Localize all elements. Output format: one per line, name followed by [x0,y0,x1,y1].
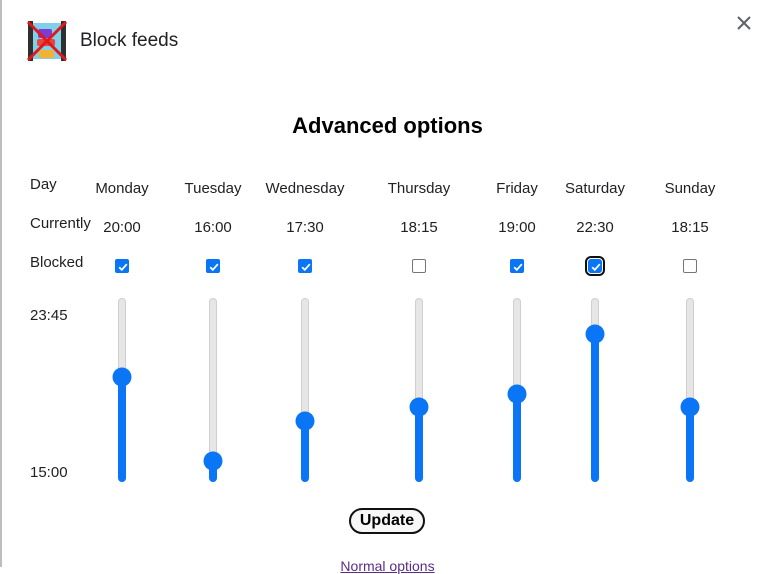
slider-fill [118,376,126,482]
page-heading: Advanced options [292,113,483,138]
slider-thumb[interactable] [409,397,429,417]
day-name-thursday: Thursday [387,180,451,197]
app-title: Block feeds [80,30,179,51]
update-button[interactable]: Update [349,508,425,534]
blocked-checkbox-saturday[interactable] [585,256,605,276]
blocked-checkbox-friday[interactable] [510,259,524,273]
check-icon [301,263,311,272]
blocked-row-label: Blocked [30,254,84,271]
day-row-label: Day [30,176,57,193]
time-slider-monday[interactable] [112,298,132,482]
current-time-monday: 20:00 [103,219,141,236]
current-time-wednesday: 17:30 [286,219,324,236]
slider-fill [686,406,694,482]
day-name-monday: Monday [95,180,149,197]
slider-thumb[interactable] [507,384,527,404]
day-name-wednesday: Wednesday [265,180,345,197]
scale-max-label: 23:45 [30,307,68,324]
day-name-saturday: Saturday [564,180,626,197]
slider-thumb[interactable] [295,411,315,431]
block-feeds-icon [26,20,68,62]
current-time-sunday: 18:15 [671,219,709,236]
slider-thumb[interactable] [680,397,700,417]
current-time-tuesday: 16:00 [194,219,232,236]
slider-thumb[interactable] [585,324,605,344]
day-name-sunday: Sunday [664,180,716,197]
scale-min-label: 15:00 [30,464,68,481]
check-icon [591,263,601,272]
time-slider-thursday[interactable] [409,298,429,482]
window-left-border [0,0,2,567]
time-slider-friday[interactable] [507,298,527,482]
blocked-checkbox-tuesday[interactable] [206,259,220,273]
check-icon [209,263,219,272]
day-name-tuesday: Tuesday [184,180,242,197]
slider-fill [591,332,599,482]
time-slider-saturday[interactable] [585,298,605,482]
check-icon [513,263,523,272]
time-slider-wednesday[interactable] [295,298,315,482]
time-slider-tuesday[interactable] [203,298,223,482]
current-time-friday: 19:00 [498,219,536,236]
current-time-saturday: 22:30 [576,219,614,236]
current-time-thursday: 18:15 [400,219,438,236]
check-icon [118,263,128,272]
slider-thumb[interactable] [203,451,223,471]
blocked-checkbox-thursday[interactable] [412,259,426,273]
slider-fill [415,406,423,482]
blocked-checkbox-monday[interactable] [115,259,129,273]
blocked-checkbox-wednesday[interactable] [298,259,312,273]
currently-row-label: Currently [30,215,91,232]
day-name-friday: Friday [496,180,538,197]
blocked-checkbox-sunday[interactable] [683,259,697,273]
slider-thumb[interactable] [112,367,132,387]
time-slider-sunday[interactable] [680,298,700,482]
close-icon [737,16,751,30]
normal-options-link[interactable]: Normal options [0,558,762,574]
slider-fill [513,393,521,482]
close-button[interactable] [733,12,755,34]
